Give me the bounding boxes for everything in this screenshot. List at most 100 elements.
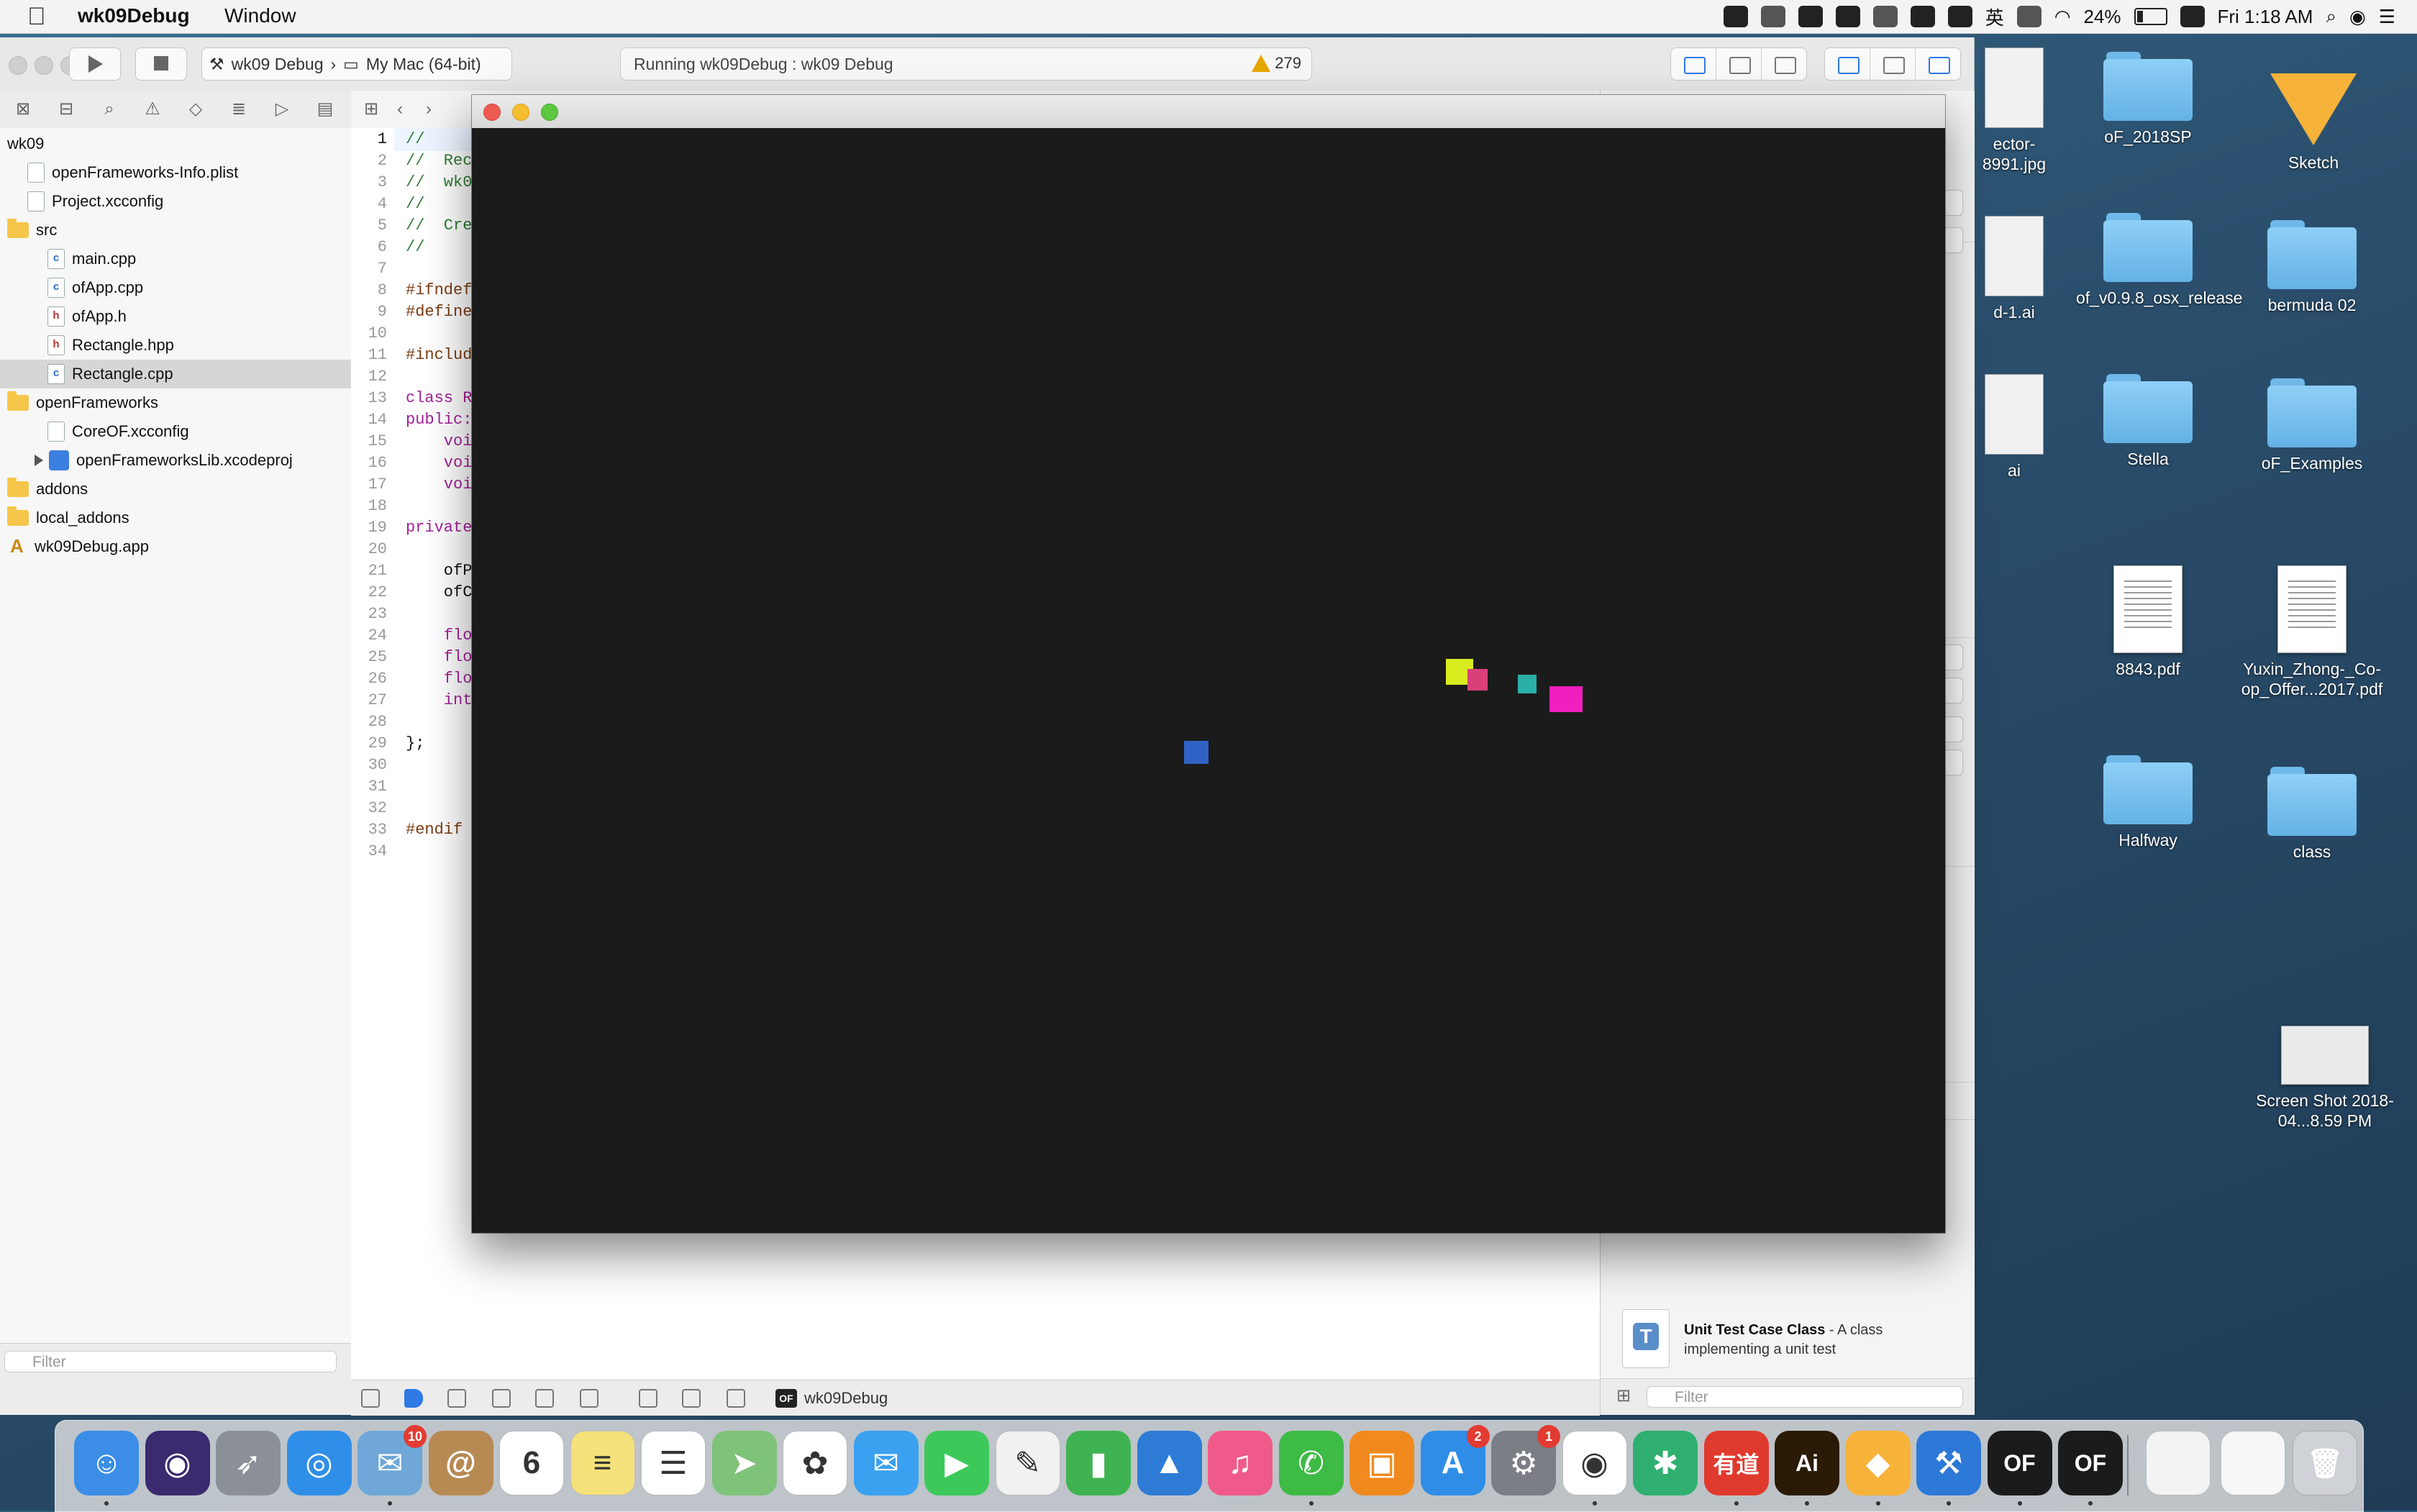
dock-documents-stack[interactable]: [2221, 1431, 2285, 1495]
disclosure-triangle-icon[interactable]: [35, 455, 43, 466]
test-navigator-icon[interactable]: ◇: [186, 99, 206, 119]
navigator-item[interactable]: wk09Debug.app: [0, 532, 351, 561]
of-window-titlebar[interactable]: [472, 95, 1945, 129]
notification-center-icon[interactable]: ☰: [2379, 6, 2395, 28]
menu-clock[interactable]: Fri 1:18 AM: [2218, 6, 2313, 28]
desktop-item[interactable]: Screen Shot 2018-04...8.59 PM: [2253, 1026, 2397, 1131]
dash-status-icon[interactable]: [1798, 6, 1823, 27]
sync-status-icon[interactable]: [2180, 6, 2205, 27]
airplay-icon[interactable]: [2016, 6, 2042, 27]
back-chevron-icon[interactable]: ‹: [390, 99, 410, 119]
navigator-item[interactable]: CoreOF.xcconfig: [0, 417, 351, 446]
mail-icon[interactable]: ✉ 10: [358, 1425, 427, 1495]
utility-stepper-4[interactable]: [1943, 678, 1963, 703]
window-close-button[interactable]: [9, 56, 27, 75]
navigator-item[interactable]: h ofApp.h: [0, 302, 351, 331]
forward-chevron-icon[interactable]: ›: [419, 99, 439, 119]
scheme-selector[interactable]: ⚒ wk09 Debug › ▭ My Mac (64-bit): [201, 47, 512, 81]
step-into-icon[interactable]: [535, 1389, 554, 1408]
numbers-icon[interactable]: ▮: [1066, 1431, 1131, 1495]
navigator-item[interactable]: local_addons: [0, 504, 351, 532]
calendar-icon[interactable]: 6: [499, 1431, 564, 1495]
desktop-item[interactable]: bermuda 02: [2240, 220, 2384, 315]
contacts-icon[interactable]: @: [428, 1431, 493, 1495]
creative-cloud-icon[interactable]: [1835, 6, 1860, 27]
window-minimize-button[interactable]: [35, 56, 53, 75]
messages-icon[interactable]: ✉: [853, 1431, 919, 1495]
stop-button[interactable]: [135, 47, 187, 81]
find-navigator-icon[interactable]: ⌕: [99, 99, 119, 119]
grid-view-icon[interactable]: ⊞: [1613, 1386, 1634, 1406]
chrome-icon[interactable]: ◉: [1562, 1431, 1627, 1495]
issue-navigator-icon[interactable]: ⚠: [142, 99, 163, 119]
network-icon[interactable]: ✱: [1633, 1431, 1698, 1495]
illustrator-icon[interactable]: Ai: [1775, 1431, 1839, 1495]
desktop-item[interactable]: oF_Examples: [2240, 378, 2384, 473]
library-filter-input[interactable]: Filter: [1647, 1386, 1963, 1408]
of-zoom-button[interactable]: [541, 104, 558, 121]
xcode-icon[interactable]: ⚒: [1916, 1431, 1981, 1495]
view-hierarchy-icon[interactable]: [639, 1389, 657, 1408]
reminders-icon[interactable]: ☰: [641, 1431, 706, 1495]
wechat-icon[interactable]: ✆: [1278, 1431, 1344, 1495]
input-method-indicator[interactable]: 英: [1985, 4, 2004, 30]
desktop-item[interactable]: Yuxin_Zhong-_Co-op_Offer...2017.pdf: [2240, 565, 2384, 699]
of-close-button[interactable]: [483, 104, 501, 121]
related-items-icon[interactable]: ⊞: [361, 99, 381, 119]
facetime-icon[interactable]: ▶: [924, 1431, 989, 1495]
itunes-icon[interactable]: ♫: [1208, 1431, 1273, 1495]
screen-capture-icon[interactable]: [1910, 6, 1935, 27]
desktop-item[interactable]: 8843.pdf: [2076, 565, 2220, 679]
version-editor-button[interactable]: [1762, 48, 1806, 80]
breakpoint-navigator-icon[interactable]: ▷: [272, 99, 292, 119]
debug-process-name[interactable]: wk09Debug: [804, 1389, 888, 1408]
dock-downloads-stack[interactable]: [2146, 1431, 2211, 1495]
navigator-item[interactable]: openFrameworks: [0, 388, 351, 417]
desktop-item[interactable]: of_v0.9.8_osx_release: [2076, 213, 2242, 308]
microphone-icon[interactable]: [1947, 6, 1972, 27]
utility-stepper-1[interactable]: [1943, 190, 1963, 216]
navigator-item[interactable]: c ofApp.cpp: [0, 273, 351, 302]
template-unit-test-case-class[interactable]: Unit Test Case Class - A class implement…: [1615, 1299, 1960, 1385]
report-navigator-icon[interactable]: ▤: [315, 99, 335, 119]
utility-stepper-6[interactable]: [1943, 750, 1963, 775]
desktop-item[interactable]: Stella: [2076, 374, 2220, 469]
warning-indicator[interactable]: 279: [1252, 54, 1301, 73]
utility-stepper-5[interactable]: [1943, 716, 1963, 742]
toggle-utilities-button[interactable]: [1916, 48, 1960, 80]
step-out-icon[interactable]: [580, 1389, 598, 1408]
desktop-item[interactable]: Halfway: [2076, 755, 2220, 850]
navigator-item[interactable]: c main.cpp: [0, 245, 351, 273]
toggle-navigator-button[interactable]: [1825, 48, 1870, 80]
navigator-item[interactable]: addons: [0, 475, 351, 504]
menu-window[interactable]: Window: [224, 4, 296, 27]
openframeworks-icon[interactable]: OF: [1987, 1431, 2052, 1495]
source-control-icon[interactable]: ⊟: [56, 99, 76, 119]
launchpad-icon[interactable]: ➶: [216, 1431, 281, 1495]
run-button[interactable]: [69, 47, 121, 81]
siri-icon[interactable]: ◉: [145, 1431, 210, 1495]
memory-graph-icon[interactable]: [682, 1389, 701, 1408]
simulate-location-icon[interactable]: [727, 1389, 745, 1408]
of-render-canvas[interactable]: [472, 128, 1945, 1233]
assistant-status-icon[interactable]: [1760, 6, 1785, 27]
desktop-item[interactable]: Sketch: [2241, 66, 2385, 173]
menu-app-name[interactable]: wk09Debug: [78, 4, 190, 27]
navigator-item[interactable]: wk09: [0, 129, 351, 158]
of-app-window[interactable]: [472, 95, 1945, 1233]
ibooks-icon[interactable]: ▣: [1349, 1431, 1414, 1495]
navigator-item[interactable]: Project.xcconfig: [0, 187, 351, 216]
debug-navigator-icon[interactable]: ≣: [229, 99, 249, 119]
standard-editor-button[interactable]: [1671, 48, 1716, 80]
navigator-item[interactable]: openFrameworks-Info.plist: [0, 158, 351, 187]
script-icon[interactable]: ✎: [995, 1431, 1060, 1495]
of-minimize-button[interactable]: [512, 104, 529, 121]
desktop-item[interactable]: oF_2018SP: [2076, 52, 2220, 147]
wechat-status-icon[interactable]: [1723, 6, 1748, 27]
siri-menu-icon[interactable]: ◉: [2349, 6, 2366, 28]
desktop-item[interactable]: class: [2240, 767, 2384, 862]
photos-icon[interactable]: ✿: [783, 1431, 847, 1495]
appstore-icon[interactable]: A2: [1420, 1425, 1490, 1495]
finder-icon[interactable]: ☺: [74, 1431, 139, 1495]
navigator-item[interactable]: src: [0, 216, 351, 245]
